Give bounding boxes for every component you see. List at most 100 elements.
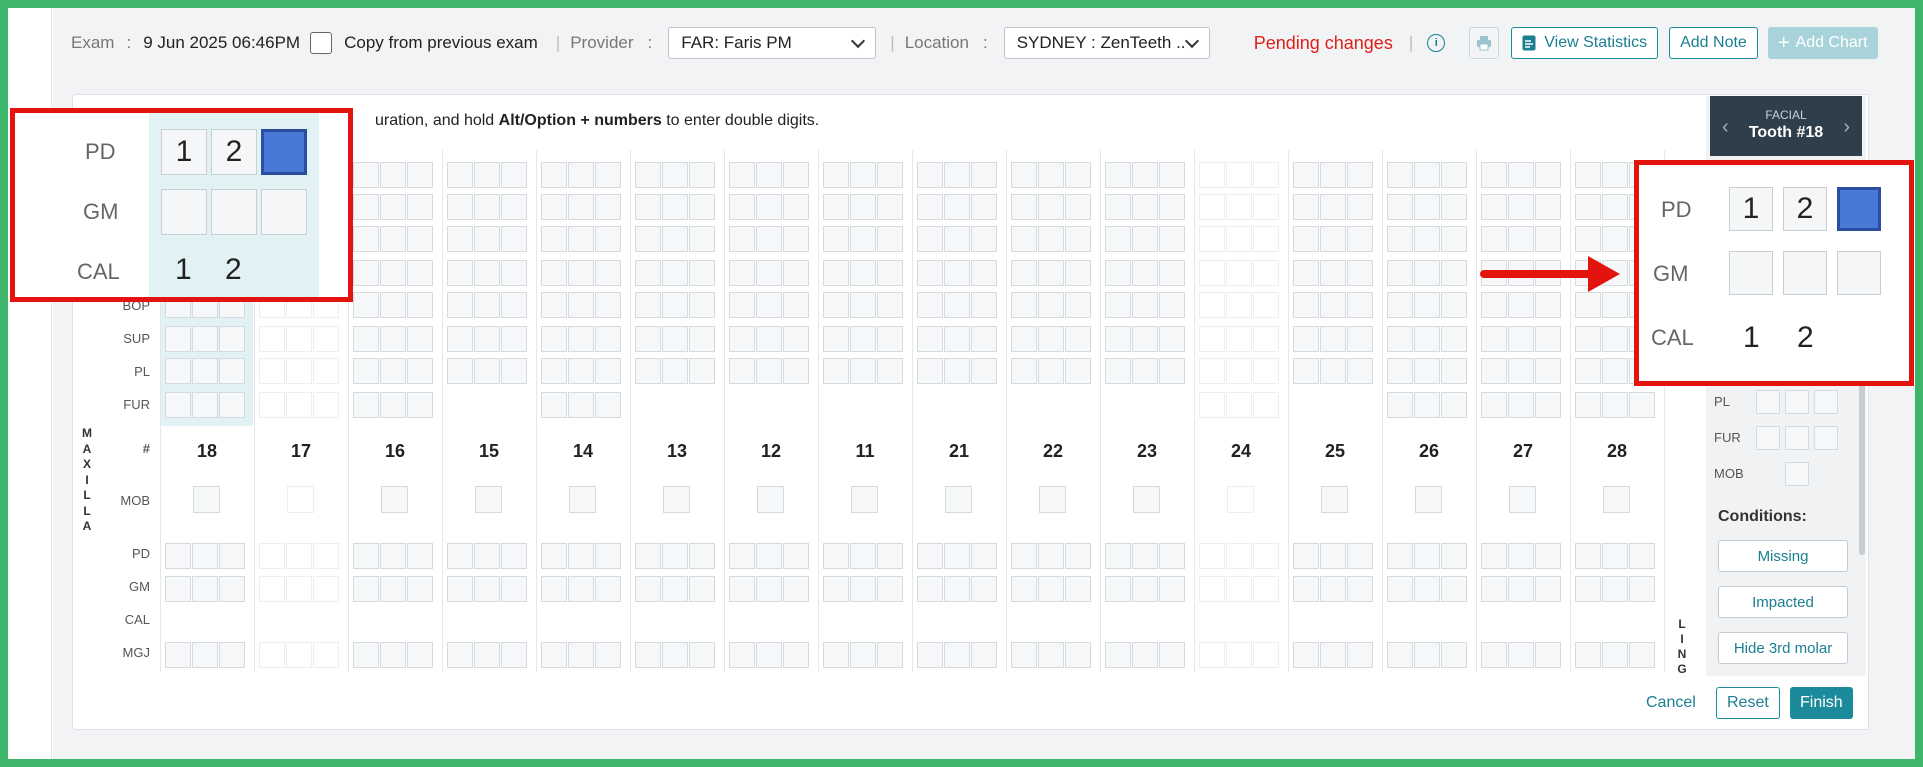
tooth-23-cell[interactable] bbox=[1105, 194, 1131, 220]
side-fur-cell[interactable] bbox=[1756, 426, 1780, 450]
tooth-17-gm-cell[interactable] bbox=[313, 576, 339, 602]
tooth-14-mgj-cell[interactable] bbox=[568, 642, 594, 668]
tooth-24-cell[interactable] bbox=[1199, 326, 1225, 352]
tooth-27-cell[interactable] bbox=[1535, 194, 1561, 220]
tooth-18-gm-cell[interactable] bbox=[165, 576, 191, 602]
zoom-gm-cell-1[interactable] bbox=[161, 189, 207, 235]
side-pl-cell[interactable] bbox=[1756, 390, 1780, 414]
tooth-23-cell[interactable] bbox=[1132, 162, 1158, 188]
tooth-21-cell[interactable] bbox=[917, 358, 943, 384]
tooth-13-cell[interactable] bbox=[662, 226, 688, 252]
tooth-21-gm-cell[interactable] bbox=[971, 576, 997, 602]
tooth-22-cell[interactable] bbox=[1038, 194, 1064, 220]
tooth-25-cell[interactable] bbox=[1320, 226, 1346, 252]
copy-previous-checkbox[interactable] bbox=[310, 32, 333, 54]
print-button[interactable] bbox=[1469, 27, 1500, 59]
tooth-14-cell[interactable] bbox=[541, 326, 567, 352]
tooth-26-pd-cell[interactable] bbox=[1414, 543, 1440, 569]
tooth-15-cell[interactable] bbox=[447, 226, 473, 252]
tooth-24-mgj-cell[interactable] bbox=[1199, 642, 1225, 668]
tooth-13-mgj-cell[interactable] bbox=[662, 642, 688, 668]
tooth-18-gm-cell[interactable] bbox=[192, 576, 218, 602]
tooth-13-mgj-cell[interactable] bbox=[689, 642, 715, 668]
info-icon[interactable]: i bbox=[1427, 34, 1446, 52]
tooth-26-cell[interactable] bbox=[1414, 326, 1440, 352]
tooth-13-cell[interactable] bbox=[662, 194, 688, 220]
tooth-12-pd-cell[interactable] bbox=[756, 543, 782, 569]
tooth-16-cell[interactable] bbox=[353, 226, 379, 252]
tooth-14-cell[interactable] bbox=[595, 162, 621, 188]
tooth-14-cell[interactable] bbox=[568, 194, 594, 220]
zoom-pd-cell-3-selected[interactable] bbox=[1837, 187, 1881, 231]
tooth-21-cell[interactable] bbox=[944, 260, 970, 286]
tooth-16-cell[interactable] bbox=[380, 358, 406, 384]
tooth-13-gm-cell[interactable] bbox=[689, 576, 715, 602]
tooth-12-cell[interactable] bbox=[756, 358, 782, 384]
tooth-17-mgj-cell[interactable] bbox=[313, 642, 339, 668]
tooth-28-cell[interactable] bbox=[1602, 194, 1628, 220]
tooth-14-cell[interactable] bbox=[595, 260, 621, 286]
tooth-15-mgj-cell[interactable] bbox=[447, 642, 473, 668]
tooth-23-cell[interactable] bbox=[1105, 162, 1131, 188]
tooth-28-pd-cell[interactable] bbox=[1602, 543, 1628, 569]
tooth-12-cell[interactable] bbox=[729, 226, 755, 252]
tooth-16-cell[interactable] bbox=[353, 292, 379, 318]
tooth-16-pd-cell[interactable] bbox=[407, 543, 433, 569]
tooth-24-cell[interactable] bbox=[1226, 392, 1252, 418]
tooth-26-cell[interactable] bbox=[1387, 358, 1413, 384]
tooth-21-cell[interactable] bbox=[971, 194, 997, 220]
tooth-24-gm-cell[interactable] bbox=[1253, 576, 1279, 602]
tooth-17-cell[interactable] bbox=[286, 358, 312, 384]
tooth-16-cell[interactable] bbox=[380, 162, 406, 188]
tooth-26-cell[interactable] bbox=[1387, 162, 1413, 188]
tooth-27-gm-cell[interactable] bbox=[1535, 576, 1561, 602]
tooth-number-26[interactable]: 26 bbox=[1399, 441, 1459, 462]
tooth-16-cell[interactable] bbox=[353, 358, 379, 384]
tooth-26-cell[interactable] bbox=[1441, 162, 1467, 188]
tooth-26-gm-cell[interactable] bbox=[1387, 576, 1413, 602]
tooth-25-mgj-cell[interactable] bbox=[1293, 642, 1319, 668]
tooth-15-cell[interactable] bbox=[474, 194, 500, 220]
tooth-24-cell[interactable] bbox=[1199, 162, 1225, 188]
tooth-23-cell[interactable] bbox=[1132, 292, 1158, 318]
tooth-15-pd-cell[interactable] bbox=[501, 543, 527, 569]
tooth-17-cell[interactable] bbox=[259, 358, 285, 384]
tooth-26-cell[interactable] bbox=[1387, 292, 1413, 318]
tooth-21-cell[interactable] bbox=[971, 162, 997, 188]
provider-select[interactable]: FAR: Faris PM bbox=[668, 27, 877, 59]
tooth-24-cell[interactable] bbox=[1199, 226, 1225, 252]
tooth-21-cell[interactable] bbox=[944, 292, 970, 318]
tooth-13-cell[interactable] bbox=[689, 260, 715, 286]
tooth-13-cell[interactable] bbox=[635, 326, 661, 352]
tooth-12-gm-cell[interactable] bbox=[783, 576, 809, 602]
tooth-15-mgj-cell[interactable] bbox=[501, 642, 527, 668]
tooth-27-cell[interactable] bbox=[1535, 226, 1561, 252]
tooth-27-cell[interactable] bbox=[1535, 162, 1561, 188]
tooth-14-cell[interactable] bbox=[568, 260, 594, 286]
tooth-27-cell[interactable] bbox=[1481, 194, 1507, 220]
tooth-21-cell[interactable] bbox=[944, 358, 970, 384]
tooth-24-cell[interactable] bbox=[1253, 162, 1279, 188]
tooth-15-mob-cell[interactable] bbox=[475, 486, 502, 513]
tooth-11-cell[interactable] bbox=[823, 358, 849, 384]
tooth-28-mgj-cell[interactable] bbox=[1629, 642, 1655, 668]
tooth-27-cell[interactable] bbox=[1508, 326, 1534, 352]
tooth-11-cell[interactable] bbox=[877, 162, 903, 188]
tooth-14-pd-cell[interactable] bbox=[541, 543, 567, 569]
tooth-22-cell[interactable] bbox=[1065, 292, 1091, 318]
tooth-11-cell[interactable] bbox=[823, 326, 849, 352]
tooth-26-cell[interactable] bbox=[1414, 162, 1440, 188]
tooth-25-gm-cell[interactable] bbox=[1320, 576, 1346, 602]
tooth-21-pd-cell[interactable] bbox=[944, 543, 970, 569]
tooth-23-mgj-cell[interactable] bbox=[1132, 642, 1158, 668]
tooth-number-18[interactable]: 18 bbox=[177, 441, 237, 462]
tooth-24-cell[interactable] bbox=[1253, 392, 1279, 418]
tooth-13-pd-cell[interactable] bbox=[662, 543, 688, 569]
tooth-28-cell[interactable] bbox=[1629, 392, 1655, 418]
tooth-26-cell[interactable] bbox=[1414, 194, 1440, 220]
tooth-24-gm-cell[interactable] bbox=[1226, 576, 1252, 602]
tooth-23-mob-cell[interactable] bbox=[1133, 486, 1160, 513]
tooth-28-cell[interactable] bbox=[1575, 226, 1601, 252]
tooth-11-mob-cell[interactable] bbox=[851, 486, 878, 513]
tooth-25-gm-cell[interactable] bbox=[1347, 576, 1373, 602]
